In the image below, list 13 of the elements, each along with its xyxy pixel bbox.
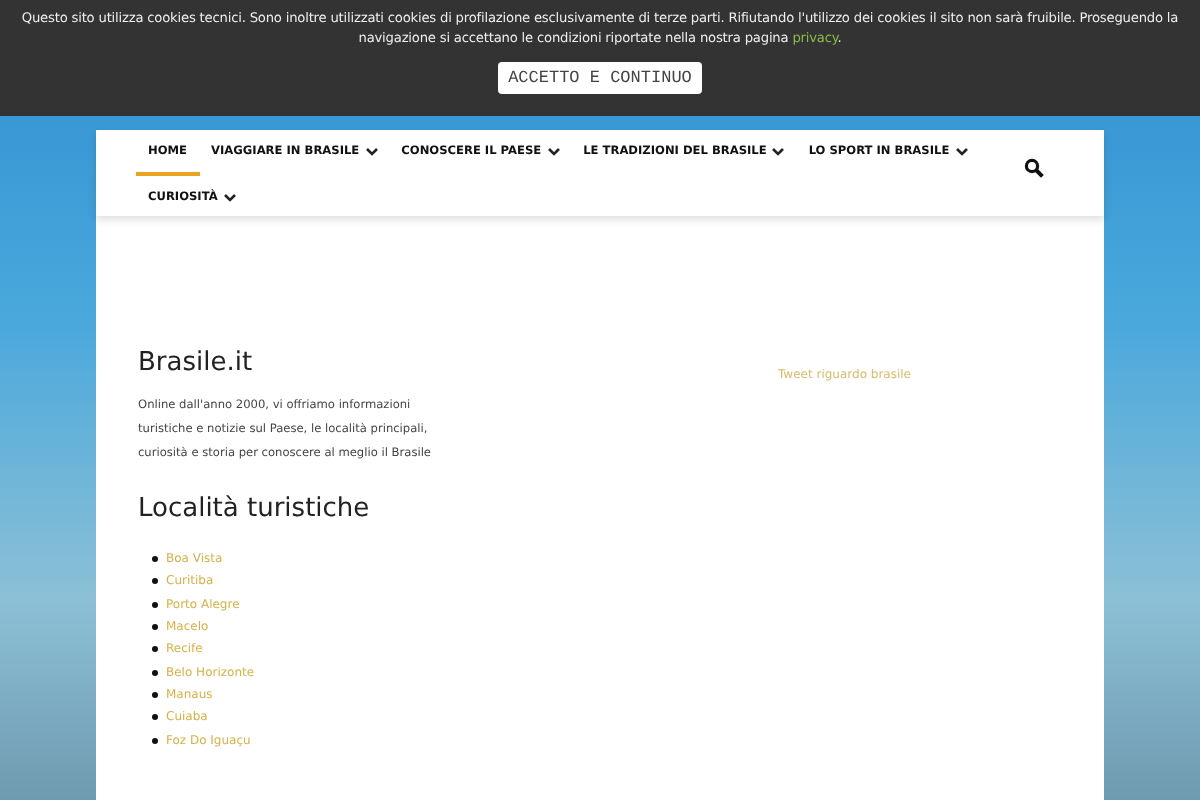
bullet-icon [152,737,158,744]
section-title: Brasile.it [138,348,255,378]
section-title: Località turistiche [138,494,372,524]
bullet-icon [152,669,158,676]
bullet-icon [152,601,158,608]
bullet-icon [152,714,158,721]
bullet-icon [152,556,158,563]
bullet-icon [152,646,158,653]
search-icon[interactable] [1024,158,1044,178]
bullet-icon [152,578,158,585]
bullet-icon [152,624,158,631]
bullet-icon [152,691,158,698]
accept-button[interactable]: ACCETTO E CONTINUO [498,62,702,94]
